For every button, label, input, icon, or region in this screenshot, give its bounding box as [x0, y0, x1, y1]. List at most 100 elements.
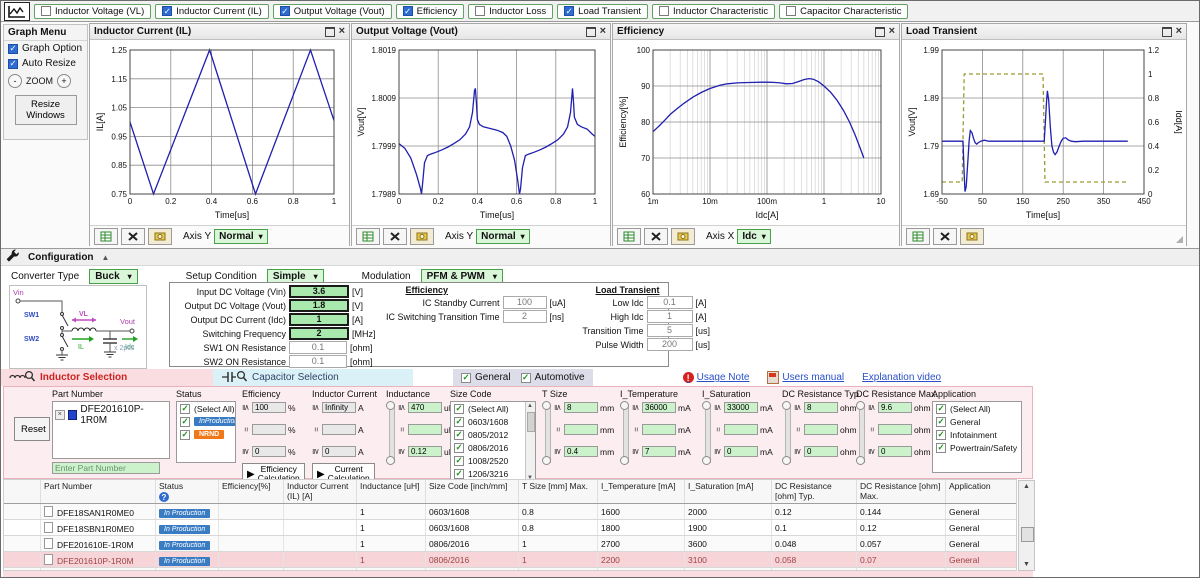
inductor_current-min-input[interactable]: [322, 446, 356, 457]
checkbox-icon[interactable]: [41, 6, 51, 16]
help-icon[interactable]: ?: [159, 492, 169, 502]
table-header[interactable]: DC Resistance [ohm] Typ.: [772, 480, 857, 504]
checkbox-icon[interactable]: [659, 6, 669, 16]
slider-knob-min[interactable]: [856, 456, 865, 465]
slider-knob-max[interactable]: [386, 401, 395, 410]
slider-knob-max[interactable]: [542, 401, 551, 410]
category-checkbox-general[interactable]: ✓General: [461, 372, 511, 383]
slider-knob-min[interactable]: [782, 456, 791, 465]
collapse-icon[interactable]: ▲: [102, 253, 110, 262]
checkbox-icon[interactable]: ✓: [162, 6, 172, 16]
table-header[interactable]: Size Code [inch/mm]: [426, 480, 519, 504]
size-code-scrollbar[interactable]: ▲▼: [525, 402, 535, 482]
dcr_max-min-input[interactable]: [878, 446, 912, 457]
application-item[interactable]: ✓(Select All): [933, 402, 1021, 415]
close-icon[interactable]: ×: [339, 26, 345, 37]
checkbox-icon[interactable]: ✓: [180, 417, 190, 427]
efficiency-equal-input[interactable]: [252, 424, 286, 435]
resize-windows-button[interactable]: ResizeWindows: [15, 95, 77, 125]
parameter-value-input[interactable]: 1: [647, 310, 693, 323]
part-number-cell[interactable]: DFE18SBN1R0ME0: [41, 520, 156, 536]
row-select-cell[interactable]: [4, 504, 41, 520]
close-icon[interactable]: ×: [1176, 26, 1182, 37]
parameter-value-input[interactable]: 200: [647, 338, 693, 351]
reset-button[interactable]: Reset: [14, 417, 50, 441]
checkbox-icon[interactable]: ✓: [180, 430, 190, 440]
checkbox-icon[interactable]: ✓: [8, 44, 18, 54]
checkbox-icon[interactable]: ✓: [521, 373, 531, 383]
tab-inductor-selection[interactable]: Inductor Selection: [1, 369, 213, 386]
checkbox-icon[interactable]: ✓: [454, 469, 464, 479]
usage-note-link[interactable]: !Usage Note: [683, 372, 750, 383]
parameter-value-input[interactable]: 3.6: [289, 285, 349, 298]
axis-selector-dropdown[interactable]: Normal▾: [214, 229, 267, 244]
checkbox-icon[interactable]: [475, 6, 485, 16]
part-number-listbox[interactable]: ×DFE201610P-1R0M: [52, 401, 170, 459]
checkbox-icon[interactable]: ✓: [936, 430, 946, 440]
checkbox-icon[interactable]: ✓: [403, 6, 413, 16]
users-manual-link[interactable]: Users manual: [767, 371, 844, 384]
parameter-value-input[interactable]: 2: [289, 327, 349, 340]
parameter-value-input[interactable]: 100: [503, 296, 547, 309]
selected-part-item[interactable]: ×DFE201610P-1R0M: [53, 402, 169, 428]
slider-knob-max[interactable]: [782, 401, 791, 410]
i_saturation-equal-input[interactable]: [724, 424, 758, 435]
application-item[interactable]: ✓General: [933, 415, 1021, 428]
parameter-value-input[interactable]: 5: [647, 324, 693, 337]
i_temperature-min-input[interactable]: [642, 446, 676, 457]
graph-settings-icon[interactable]: [121, 228, 145, 245]
efficiency-max-input[interactable]: [252, 402, 286, 413]
dcr_typ-min-input[interactable]: [804, 446, 838, 457]
toolbar-tab[interactable]: Inductor Loss: [468, 4, 553, 19]
part-number-cell[interactable]: DFE201610P-1R0M: [41, 552, 156, 568]
row-select-cell[interactable]: [4, 520, 41, 536]
range-slider[interactable]: [702, 401, 712, 465]
export-csv-icon[interactable]: [906, 228, 930, 245]
inductance-equal-input[interactable]: [408, 424, 442, 435]
range-slider[interactable]: [782, 401, 792, 465]
checkbox-icon[interactable]: [786, 6, 796, 16]
slider-knob-max[interactable]: [856, 401, 865, 410]
converter-type-select[interactable]: Buck▾: [89, 269, 137, 284]
table-row[interactable]: DFE18SBN1R0ME0In Production10603/16080.8…: [4, 520, 1017, 536]
table-header[interactable]: I_Temperature [mA]: [598, 480, 685, 504]
size-code-item[interactable]: ✓1008/2520: [451, 454, 526, 467]
toolbar-tab[interactable]: ✓Efficiency: [396, 4, 464, 19]
parameter-value-input[interactable]: 0.1: [289, 341, 347, 354]
graph-settings-icon[interactable]: [383, 228, 407, 245]
efficiency-min-input[interactable]: [252, 446, 286, 457]
row-select-cell[interactable]: [4, 536, 41, 552]
export-csv-icon[interactable]: [617, 228, 641, 245]
graph-menu-option[interactable]: ✓Auto Resize: [4, 56, 87, 71]
explanation-video-link[interactable]: Explanation video: [862, 372, 941, 383]
graph-settings-icon[interactable]: [644, 228, 668, 245]
size-code-item[interactable]: ✓0603/1608: [451, 415, 526, 428]
checkbox-icon[interactable]: ✓: [564, 6, 574, 16]
size-code-item[interactable]: ✓0806/2016: [451, 441, 526, 454]
dcr_typ-equal-input[interactable]: [804, 424, 838, 435]
resize-handle[interactable]: [1176, 236, 1183, 243]
checkbox-icon[interactable]: ✓: [936, 443, 946, 453]
snapshot-icon[interactable]: [960, 228, 984, 245]
t_size-min-input[interactable]: [564, 446, 598, 457]
toolbar-tab[interactable]: Capacitor Characteristic: [779, 4, 908, 19]
range-slider[interactable]: [620, 401, 630, 465]
inductor_current-equal-input[interactable]: [322, 424, 356, 435]
snapshot-icon[interactable]: [671, 228, 695, 245]
graph-menu-option[interactable]: ✓Graph Option: [4, 41, 87, 56]
table-row[interactable]: DFE201610P-1R0MIn Production10806/201612…: [4, 552, 1017, 568]
checkbox-icon[interactable]: ✓: [936, 404, 946, 414]
part-number-cell[interactable]: DFE201610E-1R0M: [41, 536, 156, 552]
checkbox-icon[interactable]: ✓: [454, 417, 464, 427]
snapshot-icon[interactable]: [410, 228, 434, 245]
table-header[interactable]: Part Number: [41, 480, 156, 504]
application-item[interactable]: ✓Powertrain/Safety: [933, 441, 1021, 454]
slider-knob-min[interactable]: [386, 456, 395, 465]
range-slider[interactable]: [386, 401, 396, 465]
slider-knob-min[interactable]: [620, 456, 629, 465]
maximize-icon[interactable]: [875, 27, 885, 37]
slider-knob-min[interactable]: [702, 456, 711, 465]
toolbar-tab[interactable]: ✓Load Transient: [557, 4, 648, 19]
toolbar-tab[interactable]: ✓Output Voltage (Vout): [273, 4, 392, 19]
checkbox-icon[interactable]: ✓: [454, 430, 464, 440]
